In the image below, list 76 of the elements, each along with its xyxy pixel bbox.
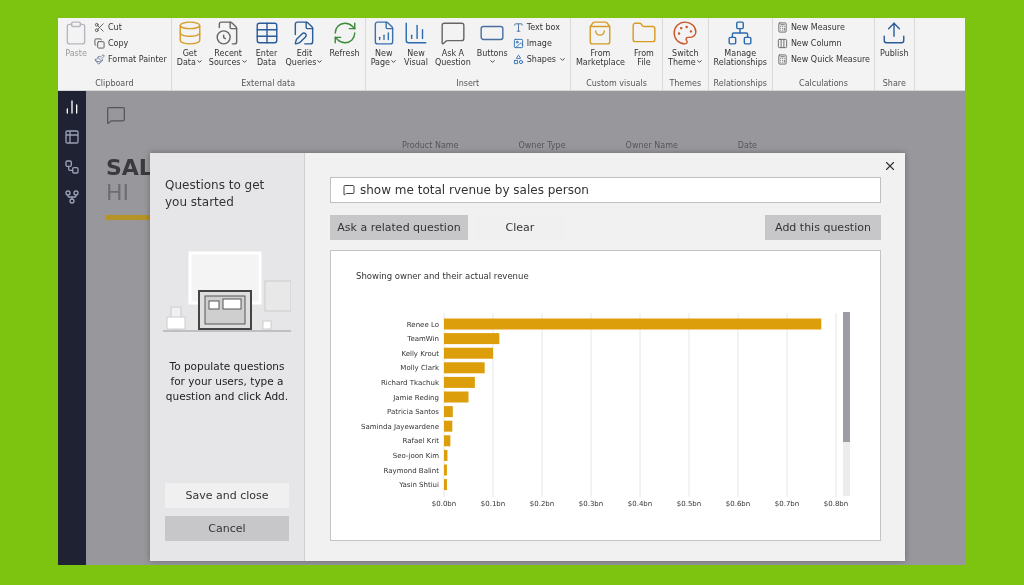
help-text: To populate questions for your users, type a question and click Add. xyxy=(165,359,289,404)
ribbon-button[interactable]: New Page xyxy=(369,20,398,67)
ask-button[interactable]: Ask a related question xyxy=(330,215,468,240)
cancel-button[interactable]: Cancel xyxy=(165,516,289,541)
scissors-icon xyxy=(94,22,105,33)
group-label: Clipboard xyxy=(94,78,135,90)
group-label: Relationships xyxy=(712,78,768,90)
ribbon-button[interactable]: Text box xyxy=(512,20,566,35)
diagram-icon[interactable] xyxy=(64,159,80,175)
ribbon-button[interactable]: Publish xyxy=(879,20,910,58)
copy-icon xyxy=(94,38,105,49)
add-button[interactable]: Add this question xyxy=(765,215,881,240)
group-label: External data xyxy=(240,78,297,90)
bar xyxy=(444,420,453,432)
ribbon-button[interactable]: New Column xyxy=(776,36,871,51)
group-label: Insert xyxy=(455,78,481,90)
speech-bubble-icon xyxy=(439,20,466,46)
ribbon-button[interactable]: From File xyxy=(630,20,658,67)
filter-label: Date xyxy=(737,141,757,150)
ribbon-button[interactable]: Buttons xyxy=(475,20,509,67)
question-field[interactable]: show me total rvenue by sales person xyxy=(330,177,881,203)
bar xyxy=(444,347,493,359)
bar-chart-icon[interactable] xyxy=(64,99,80,115)
ribbon-button[interactable]: Enter Data xyxy=(252,20,281,67)
report-title: SAL xyxy=(106,155,153,180)
panel-title: Questions to get you started xyxy=(165,177,266,211)
ribbon-button[interactable]: New Quick Measure xyxy=(776,52,871,67)
bar xyxy=(444,391,469,403)
ribbon-button[interactable]: New Visual xyxy=(402,20,430,67)
text-icon xyxy=(512,22,524,33)
group-label: Calculations xyxy=(798,78,849,90)
ribbon-button[interactable]: Manage Relationships xyxy=(712,20,768,67)
bar xyxy=(444,449,448,461)
network-icon xyxy=(727,20,754,46)
group-label: Themes xyxy=(668,78,703,90)
speech-bubble-icon xyxy=(343,184,355,196)
ribbon-button[interactable]: Switch Theme xyxy=(667,20,704,67)
bar xyxy=(444,464,447,476)
chart-title: Showing owner and their actual revenue xyxy=(356,271,529,281)
calculator-icon xyxy=(776,54,788,65)
image-icon xyxy=(512,38,524,49)
ribbon-button[interactable]: New Measure xyxy=(776,20,871,35)
diagram-icon[interactable] xyxy=(64,189,80,205)
filter-label: Owner Name xyxy=(625,141,678,150)
group-label: Share xyxy=(881,78,907,90)
bar xyxy=(444,406,453,418)
ribbon-button[interactable]: Format Painter xyxy=(94,52,167,67)
bar xyxy=(444,435,451,447)
ribbon-button[interactable]: Refresh xyxy=(328,20,361,58)
ribbon-button[interactable]: Cut xyxy=(94,20,167,35)
filter-label: Product Name xyxy=(402,141,459,150)
ribbon-button[interactable]: Shapes xyxy=(512,52,566,67)
paintbrush-icon xyxy=(94,54,105,65)
columns-icon xyxy=(776,38,788,49)
group-label: Custom visuals xyxy=(585,78,648,90)
ribbon-button[interactable]: Copy xyxy=(94,36,167,51)
close-icon[interactable] xyxy=(883,159,897,173)
palette-icon xyxy=(672,20,699,46)
table-icon[interactable] xyxy=(64,129,80,145)
ribbon-button[interactable]: From Marketplace xyxy=(574,20,626,67)
save-button[interactable]: Save and close xyxy=(165,483,289,508)
calculator-icon xyxy=(776,22,788,33)
bar xyxy=(444,479,447,491)
speech-bubble-icon xyxy=(106,105,126,125)
ribbon-button[interactable]: Edit Queries xyxy=(284,20,325,67)
ribbon-button[interactable]: Ask A Question xyxy=(434,20,472,67)
shapes-icon xyxy=(512,54,524,65)
bar-chart-icon xyxy=(403,20,429,46)
ribbon-button[interactable]: Image xyxy=(512,36,566,51)
filter-label: Owner Type xyxy=(518,141,566,150)
bar xyxy=(444,376,475,388)
ribbon-button[interactable]: Get Data xyxy=(175,20,204,67)
scrollbar[interactable] xyxy=(843,312,850,496)
bar xyxy=(444,333,500,345)
bar xyxy=(444,362,485,374)
ribbon-button[interactable]: Recent Sources xyxy=(207,20,249,67)
